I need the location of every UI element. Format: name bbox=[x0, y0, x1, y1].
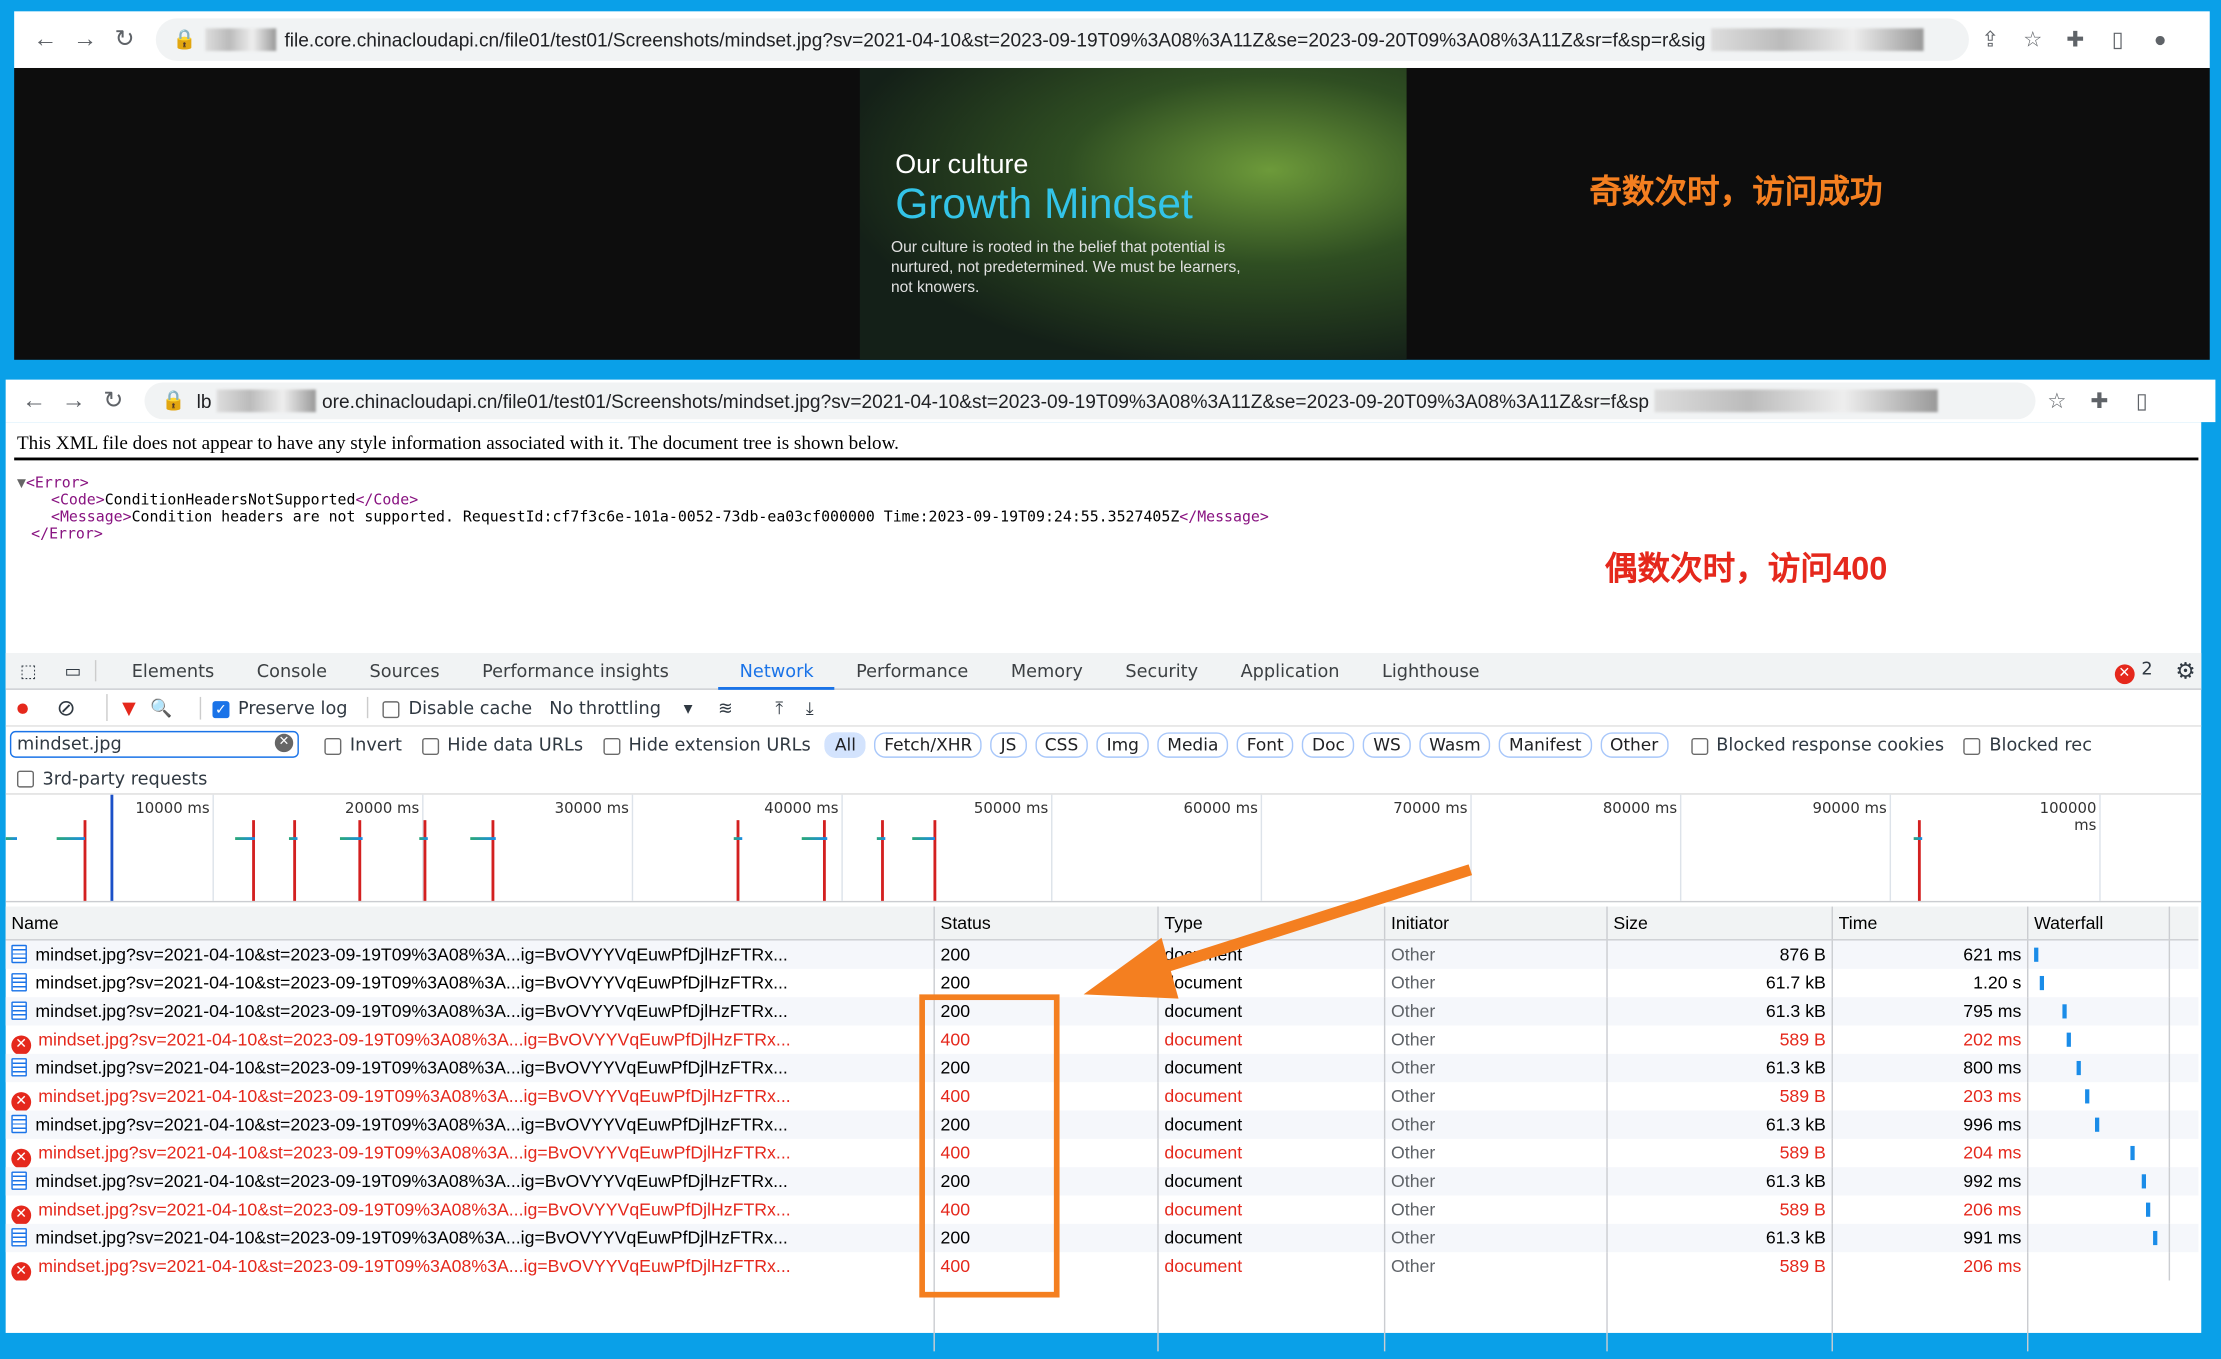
screenshot-composite: ← → ↻ 🔒 file.core.chinacloudapi.cn/file0… bbox=[0, 0, 2221, 1359]
annotation-overlay bbox=[919, 864, 1473, 1298]
annotation-arrow-shaft bbox=[1152, 864, 1473, 976]
status-highlight-box bbox=[919, 994, 1060, 1298]
annotation-arrow-head bbox=[1083, 937, 1179, 999]
